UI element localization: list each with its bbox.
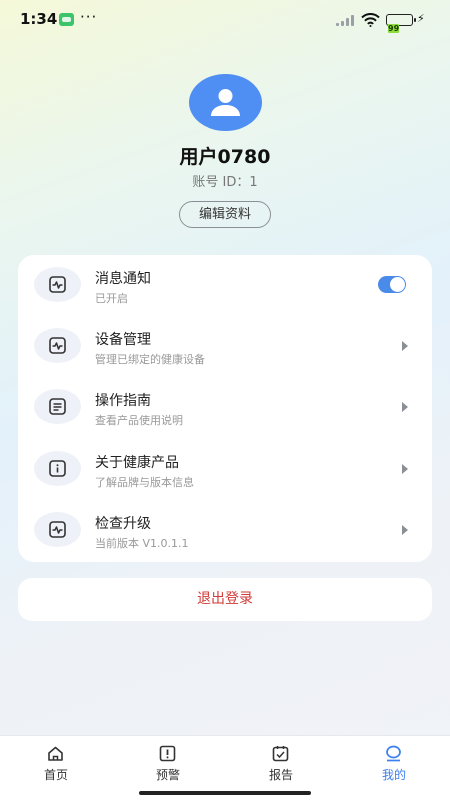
menu-item-title: 消息通知	[95, 271, 151, 287]
wifi-icon	[361, 12, 380, 27]
info-icon	[34, 451, 81, 486]
more-notifications-icon: ···	[80, 8, 98, 26]
username: 用户0780	[179, 146, 271, 168]
menu-item-subtitle: 了解品牌与版本信息	[95, 476, 194, 489]
cellular-signal-icon	[336, 15, 354, 26]
chevron-right-icon	[402, 525, 408, 535]
menu-item-guide[interactable]: 操作指南 查看产品使用说明	[18, 377, 432, 438]
avatar[interactable]	[189, 74, 262, 131]
account-id: 账号 ID：1	[192, 175, 258, 190]
tab-reports[interactable]: 报告	[225, 736, 337, 786]
menu-item-check-update[interactable]: 检查升级 当前版本 V1.0.1.1	[18, 500, 432, 561]
logout-button[interactable]: 退出登录	[18, 578, 432, 621]
tab-label: 首页	[43, 768, 68, 782]
tab-profile[interactable]: 我的	[338, 736, 450, 786]
settings-menu-card: 消息通知 已开启 设备管理 管理已绑定的健康设备 操作指南 查看产品使用说明 关…	[18, 255, 432, 562]
menu-item-subtitle: 查看产品使用说明	[95, 414, 183, 427]
tab-label: 报告	[268, 768, 293, 782]
charging-icon: ⚡	[417, 12, 425, 25]
home-indicator	[139, 791, 311, 795]
menu-item-title: 设备管理	[95, 332, 151, 348]
menu-item-title: 操作指南	[95, 393, 151, 409]
menu-item-subtitle: 管理已绑定的健康设备	[95, 353, 205, 366]
report-icon	[272, 746, 289, 762]
home-icon	[48, 746, 63, 761]
alert-icon	[159, 745, 176, 762]
tab-home[interactable]: 首页	[0, 736, 112, 786]
battery-level: 99	[388, 24, 400, 33]
user-icon	[211, 89, 240, 116]
pulse-icon	[34, 328, 81, 363]
menu-item-subtitle: 已开启	[95, 292, 128, 305]
pulse-icon	[34, 512, 81, 547]
battery-icon: 99	[386, 14, 416, 33]
tab-label: 我的	[381, 768, 406, 782]
notifications-toggle[interactable]	[378, 276, 406, 293]
menu-item-about[interactable]: 关于健康产品 了解品牌与版本信息	[18, 439, 432, 500]
chevron-right-icon	[402, 464, 408, 474]
chevron-right-icon	[402, 402, 408, 412]
edit-profile-button[interactable]: 编辑资料	[179, 201, 271, 228]
status-bar: 1:34 ··· 99 ⚡	[0, 0, 450, 40]
menu-item-notifications[interactable]: 消息通知 已开启	[18, 255, 432, 316]
chevron-right-icon	[402, 341, 408, 351]
menu-item-title: 检查升级	[95, 516, 151, 532]
tab-alerts[interactable]: 预警	[112, 736, 224, 786]
menu-item-device-management[interactable]: 设备管理 管理已绑定的健康设备	[18, 316, 432, 377]
profile-icon	[386, 745, 401, 762]
menu-item-subtitle: 当前版本 V1.0.1.1	[95, 537, 189, 550]
tab-label: 预警	[155, 768, 180, 782]
pulse-icon	[34, 267, 81, 302]
menu-item-title: 关于健康产品	[95, 455, 179, 471]
status-time: 1:34	[20, 10, 58, 28]
document-icon	[34, 389, 81, 424]
message-notification-icon	[59, 13, 74, 26]
